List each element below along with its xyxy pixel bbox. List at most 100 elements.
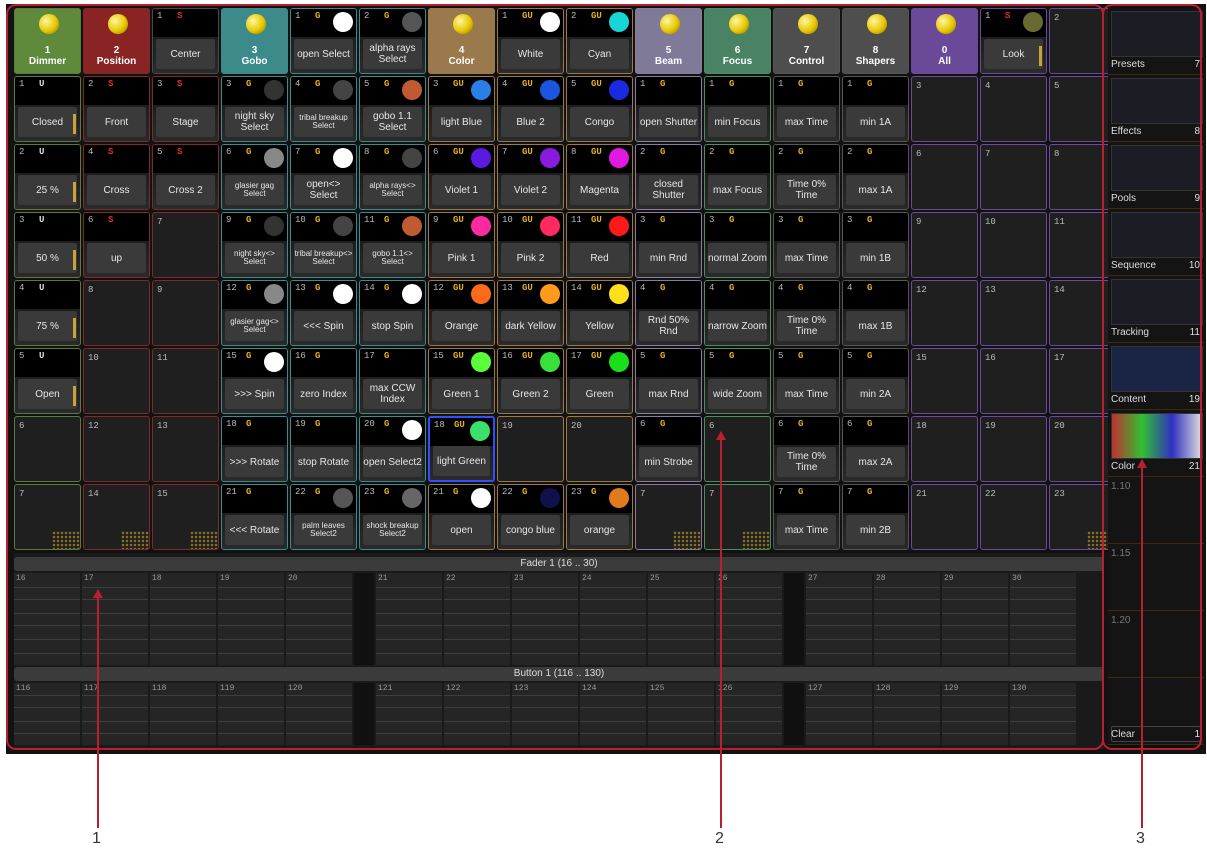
pool-cell-gobo-12[interactable]: 12 Gglasier gag<> Select: [221, 280, 288, 346]
empty-pool-cell[interactable]: 6: [14, 416, 81, 482]
pool-cell-dimmer-4[interactable]: 4 U 75 %: [14, 280, 81, 346]
button-130[interactable]: 130: [1010, 683, 1076, 745]
empty-pool-cell[interactable]: 6: [704, 416, 771, 482]
fader-20[interactable]: 20: [286, 573, 352, 665]
button-118[interactable]: 118: [150, 683, 216, 745]
empty-pool-cell[interactable]: 8: [83, 280, 150, 346]
sidebar-view-tracking[interactable]: Tracking 11: [1108, 276, 1204, 343]
button-128[interactable]: 128: [874, 683, 940, 745]
pool-cell-control-4[interactable]: 4 G Time 0% Time: [773, 280, 840, 346]
pool-cell-shapers-7[interactable]: 7 Gmin 2B: [842, 484, 909, 550]
empty-pool-cell[interactable]: 11: [152, 348, 219, 414]
pool-cell-gobo-22[interactable]: 22 Gpalm leaves Select2: [290, 484, 357, 550]
pool-cell-color-2[interactable]: 2 GU Cyan: [566, 8, 633, 74]
empty-pool-cell[interactable]: 19: [980, 416, 1047, 482]
pool-cell-gobo-10[interactable]: 10 Gtribal breakup<> Select: [290, 212, 357, 278]
fader-21[interactable]: 21: [376, 573, 442, 665]
group-header-focus[interactable]: 6 Focus: [704, 8, 771, 74]
pool-cell-gobo-11[interactable]: 11 Ggobo 1.1<> Select: [359, 212, 426, 278]
empty-pool-cell[interactable]: 2: [1049, 8, 1116, 74]
pool-cell-center-1[interactable]: 1 S Center: [152, 8, 219, 74]
fader-23[interactable]: 23: [512, 573, 578, 665]
button-129[interactable]: 129: [942, 683, 1008, 745]
empty-pool-cell[interactable]: 7: [635, 484, 702, 550]
pool-cell-color-5[interactable]: 5 GU Congo: [566, 76, 633, 142]
pool-cell-control-5[interactable]: 5 Gmax Time: [773, 348, 840, 414]
fader-30[interactable]: 30: [1010, 573, 1076, 665]
fader-24[interactable]: 24: [580, 573, 646, 665]
pool-cell-color-17[interactable]: 17 GU Green: [566, 348, 633, 414]
pool-cell-gobo-9[interactable]: 9 Gnight sky<> Select: [221, 212, 288, 278]
pool-cell-color-10[interactable]: 10 GU Pink 2: [497, 212, 564, 278]
pool-cell-color-21[interactable]: 21 Gopen: [428, 484, 495, 550]
pool-cell-gobo-20[interactable]: 20 Gopen Select2: [359, 416, 426, 482]
empty-pool-cell[interactable]: 8: [1049, 144, 1116, 210]
group-header-beam[interactable]: 5 Beam: [635, 8, 702, 74]
sidebar-view-effects[interactable]: Effects 8: [1108, 75, 1204, 142]
empty-pool-cell[interactable]: 12: [83, 416, 150, 482]
sidebar-view-1-15[interactable]: 1.15: [1108, 544, 1204, 611]
fader-18[interactable]: 18: [150, 573, 216, 665]
pool-cell-color-22[interactable]: 22 Gcongo blue: [497, 484, 564, 550]
pool-cell-gobo-1[interactable]: 1 Gopen Select: [290, 8, 357, 74]
pool-cell-color-12[interactable]: 12 GU Orange: [428, 280, 495, 346]
sidebar-view-content[interactable]: Content 19: [1108, 343, 1204, 410]
empty-pool-cell[interactable]: 23: [1049, 484, 1116, 550]
pool-cell-gobo-17[interactable]: 17 Gmax CCW Index: [359, 348, 426, 414]
pool-cell-color-11[interactable]: 11 GU Red: [566, 212, 633, 278]
empty-pool-cell[interactable]: 6: [911, 144, 978, 210]
empty-pool-cell[interactable]: 10: [980, 212, 1047, 278]
pool-cell-beam-6[interactable]: 6 Gmin Strobe: [635, 416, 702, 482]
button-120[interactable]: 120: [286, 683, 352, 745]
pool-cell-color-8[interactable]: 8 GU Magenta: [566, 144, 633, 210]
pool-cell-position-4[interactable]: 4 S Cross: [83, 144, 150, 210]
pool-cell-beam-3[interactable]: 3 Gmin Rnd: [635, 212, 702, 278]
pool-cell-color-3[interactable]: 3 GU light Blue: [428, 76, 495, 142]
group-header-control[interactable]: 7 Control: [773, 8, 840, 74]
empty-pool-cell[interactable]: 18: [911, 416, 978, 482]
pool-cell-look-1[interactable]: 1 S Look: [980, 8, 1047, 74]
group-header-shapers[interactable]: 8 Shapers: [842, 8, 909, 74]
empty-pool-cell[interactable]: 3: [911, 76, 978, 142]
pool-cell-color-6[interactable]: 6 GU Violet 1: [428, 144, 495, 210]
button-119[interactable]: 119: [218, 683, 284, 745]
empty-pool-cell[interactable]: 4: [980, 76, 1047, 142]
pool-cell-focus-5[interactable]: 5 Gwide Zoom: [704, 348, 771, 414]
pool-cell-gobo-13[interactable]: 13 G <<< Spin: [290, 280, 357, 346]
pool-cell-color-1[interactable]: 1 GU White: [497, 8, 564, 74]
pool-cell-color-15[interactable]: 15 GU Green 1: [428, 348, 495, 414]
empty-pool-cell[interactable]: 13: [980, 280, 1047, 346]
fader-22[interactable]: 22: [444, 573, 510, 665]
pool-cell-beam-2[interactable]: 2 Gclosed Shutter: [635, 144, 702, 210]
button-127[interactable]: 127: [806, 683, 872, 745]
pool-cell-focus-3[interactable]: 3 Gnormal Zoom: [704, 212, 771, 278]
pool-cell-color-23[interactable]: 23 Gorange: [566, 484, 633, 550]
pool-cell-position-2[interactable]: 2 S Front: [83, 76, 150, 142]
fader-28[interactable]: 28: [874, 573, 940, 665]
group-header-all[interactable]: 0 All: [911, 8, 978, 74]
empty-pool-cell[interactable]: 11: [1049, 212, 1116, 278]
pool-cell-control-6[interactable]: 6 G Time 0% Time: [773, 416, 840, 482]
pool-cell-gobo-14[interactable]: 14 Gstop Spin: [359, 280, 426, 346]
empty-pool-cell[interactable]: 14: [1049, 280, 1116, 346]
pool-cell-gobo-15[interactable]: 15 G >>> Spin: [221, 348, 288, 414]
empty-pool-cell[interactable]: 22: [980, 484, 1047, 550]
button-123[interactable]: 123: [512, 683, 578, 745]
empty-pool-cell[interactable]: 7: [704, 484, 771, 550]
pool-cell-color-16[interactable]: 16 GU Green 2: [497, 348, 564, 414]
pool-cell-control-7[interactable]: 7 Gmax Time: [773, 484, 840, 550]
sidebar-view-presets[interactable]: Presets 7: [1108, 8, 1204, 75]
empty-pool-cell[interactable]: 20: [1049, 416, 1116, 482]
button-126[interactable]: 126: [716, 683, 782, 745]
empty-pool-cell[interactable]: 17: [1049, 348, 1116, 414]
sidebar-view-1-20[interactable]: 1.20: [1108, 611, 1204, 678]
pool-cell-gobo-7[interactable]: 7 Gopen<> Select: [290, 144, 357, 210]
pool-cell-beam-4[interactable]: 4 G Rnd 50% Rnd: [635, 280, 702, 346]
pool-cell-color-14[interactable]: 14 GU Yellow: [566, 280, 633, 346]
pool-cell-shapers-5[interactable]: 5 Gmin 2A: [842, 348, 909, 414]
pool-cell-gobo-18[interactable]: 18 G >>> Rotate: [221, 416, 288, 482]
button-124[interactable]: 124: [580, 683, 646, 745]
empty-pool-cell[interactable]: 7: [980, 144, 1047, 210]
empty-pool-cell[interactable]: 5: [1049, 76, 1116, 142]
empty-pool-cell[interactable]: 7: [14, 484, 81, 550]
